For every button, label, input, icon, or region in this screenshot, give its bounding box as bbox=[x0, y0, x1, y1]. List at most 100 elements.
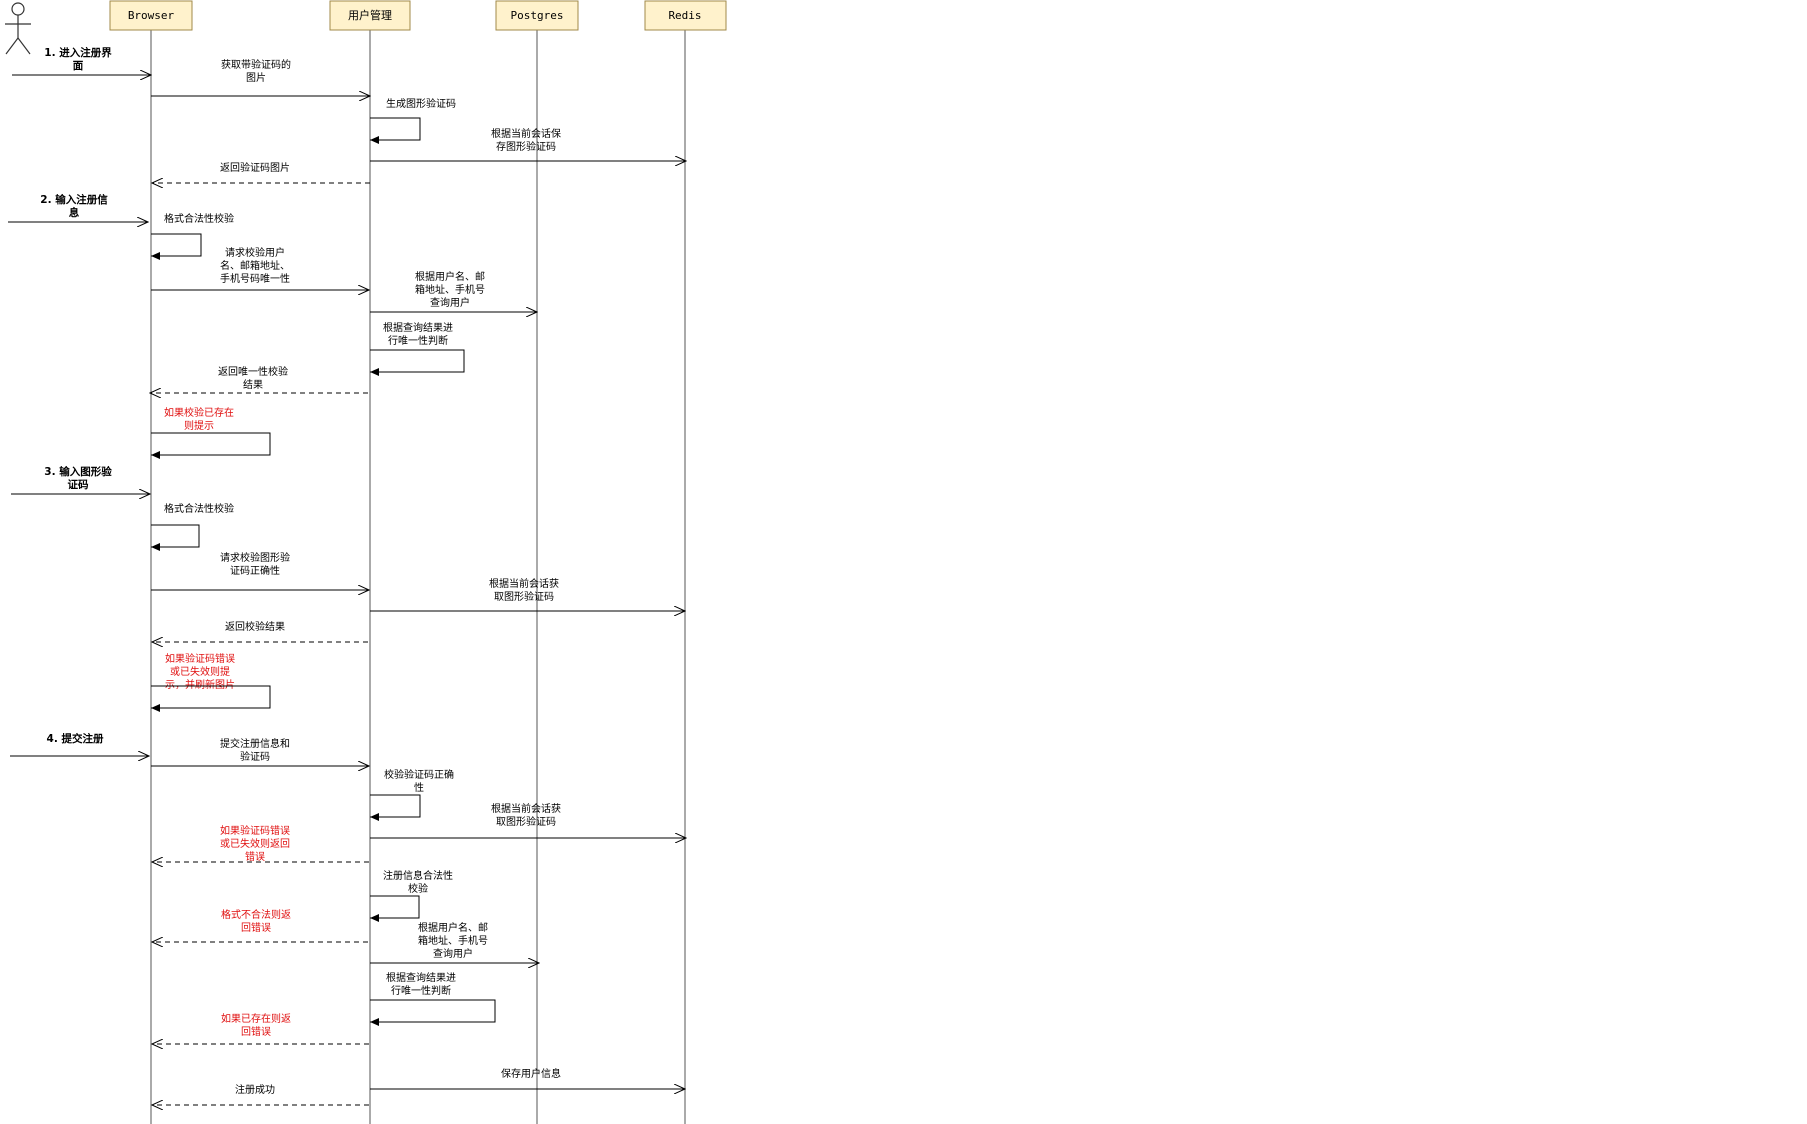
message-get-captcha-redis: 根据当前会话获 取图形验证码 bbox=[370, 577, 685, 611]
participant-label: Browser bbox=[128, 9, 175, 22]
message-exists-hint: 如果校验已存在 则提示 bbox=[151, 406, 271, 459]
message-label-line: 回错误 bbox=[241, 1025, 271, 1038]
message-label-line: 返回唯一性校验 bbox=[218, 365, 288, 378]
message-return-captcha-error: 如果验证码错误 或已失效则返回 错误 bbox=[152, 824, 369, 863]
message-label-line: 验证码 bbox=[240, 750, 270, 763]
message-label-line: 根据当前会话获 bbox=[489, 577, 559, 590]
message-label-line: 根据当前会话保 bbox=[491, 127, 561, 140]
self-call-arrow bbox=[370, 349, 465, 376]
message-unique-judge: 根据查询结果进 行唯一性判断 bbox=[370, 321, 465, 376]
message-label-line: 根据查询结果进 bbox=[386, 971, 456, 984]
message-label-line: 证码正确性 bbox=[230, 564, 280, 577]
message-label-line: 手机号码唯一性 bbox=[220, 272, 290, 285]
message-return-captcha-image: 返回验证码图片 bbox=[152, 161, 370, 183]
step-3: 3. 输入图形验 证码 bbox=[11, 465, 150, 494]
message-request-unique-check: 请求校验用户 名、邮箱地址、 手机号码唯一性 bbox=[151, 246, 369, 290]
message-label-line: 回错误 bbox=[241, 921, 271, 934]
step-label-line: 4. 提交注册 bbox=[47, 732, 104, 745]
self-call-arrow bbox=[151, 524, 200, 551]
message-query-user-2: 根据用户名、邮 箱地址、手机号 查询用户 bbox=[370, 921, 539, 963]
message-submit-registration: 提交注册信息和 验证码 bbox=[151, 737, 369, 766]
message-label-line: 图片 bbox=[246, 71, 266, 84]
message-label-line: 存图形验证码 bbox=[496, 140, 556, 153]
message-label-line: 保存用户信息 bbox=[501, 1067, 561, 1080]
step-label-line: 3. 输入图形验 bbox=[44, 465, 112, 478]
step-2: 2. 输入注册信 息 bbox=[8, 193, 148, 222]
self-call-arrow bbox=[151, 432, 271, 459]
message-label-line: 根据用户名、邮 bbox=[418, 921, 488, 934]
message-label-line: 取图形验证码 bbox=[496, 815, 556, 828]
message-label-line: 根据用户名、邮 bbox=[415, 270, 485, 283]
step-4: 4. 提交注册 bbox=[10, 732, 149, 756]
step-label-line: 2. 输入注册信 bbox=[40, 193, 108, 206]
step-label-line: 1. 进入注册界 bbox=[44, 46, 112, 59]
message-label-line: 返回校验结果 bbox=[225, 620, 285, 633]
message-label-line: 根据当前会话获 bbox=[491, 802, 561, 815]
message-label-line: 校验验证码正确 bbox=[384, 768, 454, 781]
message-get-captcha-redis-2: 根据当前会话获 取图形验证码 bbox=[370, 802, 686, 838]
message-query-user: 根据用户名、邮 箱地址、手机号 查询用户 bbox=[370, 270, 537, 312]
self-call-arrow bbox=[370, 999, 496, 1026]
message-label-line: 提交注册信息和 bbox=[220, 737, 290, 750]
message-get-captcha-image: 获取带验证码的 图片 bbox=[151, 58, 370, 96]
message-label-line: 名、邮箱地址、 bbox=[220, 259, 290, 272]
message-format-check: 格式合法性校验 bbox=[151, 212, 234, 260]
message-return-unique-result: 返回唯一性校验 结果 bbox=[150, 365, 368, 393]
message-save-captcha: 根据当前会话保 存图形验证码 bbox=[370, 127, 686, 161]
step-label-line: 面 bbox=[73, 60, 84, 72]
message-label-line: 如果验证码错误 bbox=[165, 652, 235, 665]
sequence-diagram: Browser 用户管理 Postgres Redis 1. 进入注册界 面 获… bbox=[5, 0, 727, 1124]
message-return-exists-error: 如果已存在则返 回错误 bbox=[152, 1012, 369, 1044]
step-label-line: 息 bbox=[69, 206, 80, 219]
message-label-line: 结果 bbox=[243, 378, 263, 391]
participant-redis: Redis bbox=[644, 0, 727, 31]
message-label-line: 根据查询结果进 bbox=[383, 321, 453, 334]
message-label-line: 如果已存在则返 bbox=[221, 1012, 291, 1025]
message-label-line: 格式合法性校验 bbox=[164, 212, 234, 225]
message-label-line: 返回验证码图片 bbox=[220, 161, 290, 174]
participant-label: Redis bbox=[668, 9, 701, 22]
message-label-line: 请求校验用户 bbox=[225, 246, 285, 259]
message-save-user: 保存用户信息 bbox=[370, 1067, 685, 1089]
message-return-format-error: 格式不合法则返 回错误 bbox=[152, 908, 368, 942]
message-label-line: 注册成功 bbox=[235, 1083, 275, 1096]
message-label-line: 格式合法性校验 bbox=[164, 502, 234, 515]
message-label-line: 取图形验证码 bbox=[494, 590, 554, 603]
message-label-line: 如果校验已存在 bbox=[164, 406, 234, 419]
self-call-arrow bbox=[370, 117, 421, 144]
message-label-line: 获取带验证码的 bbox=[221, 58, 291, 71]
message-label-line: 如果验证码错误 bbox=[220, 824, 290, 837]
message-label-line: 错误 bbox=[245, 850, 265, 863]
participant-label: 用户管理 bbox=[348, 8, 392, 22]
message-label-line: 格式不合法则返 bbox=[221, 908, 291, 921]
message-register-success: 注册成功 bbox=[152, 1083, 369, 1105]
message-label-line: 箱地址、手机号 bbox=[415, 283, 485, 296]
message-label-line: 行唯一性判断 bbox=[388, 334, 448, 347]
message-label-line: 查询用户 bbox=[433, 947, 473, 960]
self-call-arrow bbox=[151, 233, 202, 260]
message-label-line: 查询用户 bbox=[430, 296, 470, 309]
step-1: 1. 进入注册界 面 bbox=[12, 46, 151, 75]
step-label-line: 证码 bbox=[68, 479, 89, 491]
self-call-arrow bbox=[370, 895, 420, 922]
participant-postgres: Postgres bbox=[495, 0, 579, 31]
message-verify-captcha: 校验验证码正确 性 bbox=[370, 768, 454, 821]
message-registration-validate: 注册信息合法性 校验 bbox=[370, 869, 453, 922]
self-call-arrow bbox=[370, 794, 421, 821]
message-generate-captcha: 生成图形验证码 bbox=[370, 97, 456, 144]
message-request-captcha-check: 请求校验图形验 证码正确性 bbox=[151, 551, 369, 590]
participant-user-management: 用户管理 bbox=[329, 0, 411, 31]
message-label-line: 或已失效则返回 bbox=[220, 837, 290, 850]
message-label-line: 注册信息合法性 bbox=[383, 869, 453, 882]
message-captcha-error-hint: 如果验证码错误 或已失效则提 示，并刷新图片 bbox=[151, 652, 271, 712]
message-label-line: 请求校验图形验 bbox=[220, 551, 290, 564]
message-label-line: 性 bbox=[414, 781, 424, 794]
actor-icon bbox=[5, 2, 31, 55]
message-format-check-2: 格式合法性校验 bbox=[151, 502, 234, 551]
message-label-line: 示，并刷新图片 bbox=[165, 678, 235, 691]
message-label-line: 或已失效则提 bbox=[170, 665, 230, 678]
message-unique-judge-2: 根据查询结果进 行唯一性判断 bbox=[370, 971, 496, 1026]
message-label-line: 行唯一性判断 bbox=[391, 984, 451, 997]
message-label-line: 生成图形验证码 bbox=[386, 97, 456, 110]
message-label-line: 校验 bbox=[408, 882, 428, 895]
